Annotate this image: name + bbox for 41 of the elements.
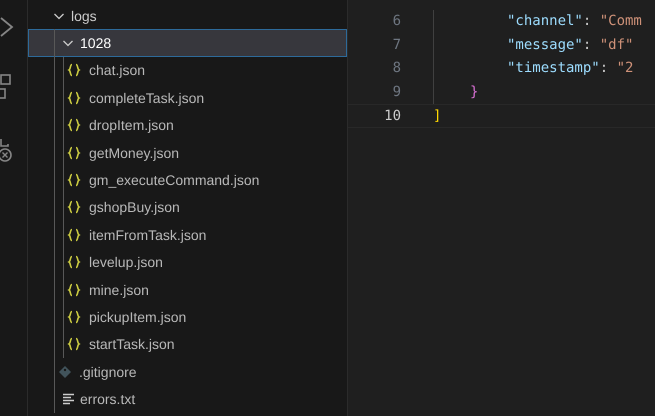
braces-icon: [67, 228, 81, 242]
braces-icon: [67, 310, 81, 324]
tree-item[interactable]: itemFromTask.json: [28, 221, 347, 249]
tree-item[interactable]: completeTask.json: [28, 84, 347, 112]
braces-icon: [67, 255, 81, 270]
code-line: }: [470, 82, 478, 102]
line-number: 7: [392, 36, 401, 54]
tree-item[interactable]: chat.json: [28, 56, 347, 84]
tree-item[interactable]: mine.json: [28, 276, 347, 304]
tree-item[interactable]: logs: [28, 2, 347, 30]
tree-item[interactable]: gm_executeCommand.json: [28, 166, 347, 194]
braces-icon: [67, 63, 81, 78]
tree-item[interactable]: 1028: [28, 29, 347, 57]
play-icon[interactable]: [0, 16, 14, 38]
braces-icon: [67, 90, 81, 105]
tree-item[interactable]: getMoney.json: [28, 138, 347, 166]
code-line: ]: [433, 107, 442, 126]
line-number: 10: [383, 107, 401, 126]
code-line: "timestamp": "2: [507, 59, 634, 78]
braces-icon: [67, 200, 81, 214]
line-number: 6: [392, 12, 401, 31]
braces-icon: [67, 173, 81, 188]
braces-icon: [67, 337, 81, 352]
tree-item[interactable]: pickupItem.json: [28, 303, 347, 331]
code-line: "message": "df": [507, 36, 634, 54]
code-line: "channel": "Comm: [507, 12, 642, 31]
tree-item[interactable]: dropItem.json: [28, 112, 347, 139]
line-number: 8: [392, 59, 401, 78]
circle-x-icon[interactable]: [0, 138, 14, 164]
braces-icon: [67, 118, 81, 132]
braces-icon: [67, 282, 81, 297]
tree-item[interactable]: .gitignore: [28, 358, 347, 386]
diamond-icon: [58, 364, 72, 379]
braces-icon: [67, 146, 81, 160]
text-lines-icon: [62, 393, 76, 406]
line-number: 9: [392, 82, 401, 102]
squares-icon[interactable]: [0, 74, 12, 102]
tree-item[interactable]: errors.txt: [28, 385, 347, 413]
tree-item[interactable]: gshopBuy.json: [28, 194, 347, 222]
tree-item[interactable]: startTask.json: [28, 330, 347, 358]
tree-item[interactable]: levelup.json: [28, 248, 347, 276]
